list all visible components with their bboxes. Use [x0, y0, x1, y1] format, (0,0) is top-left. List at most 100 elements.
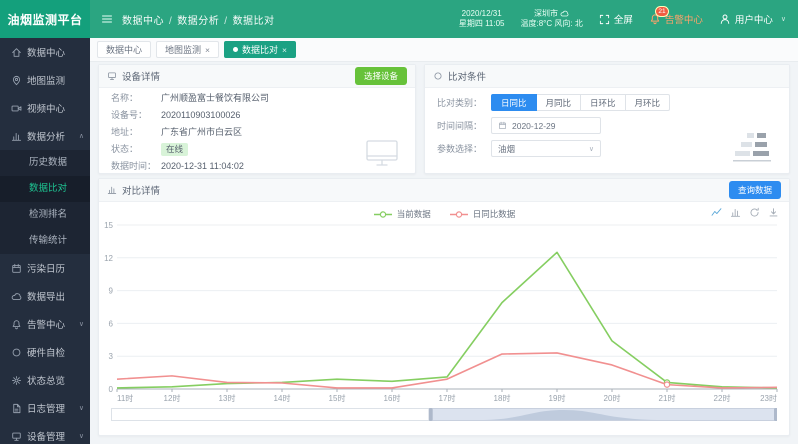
- sidebar-subitem-历史数据[interactable]: 历史数据: [0, 150, 90, 176]
- interval-label: 时间间隔：: [437, 121, 483, 131]
- close-icon[interactable]: ×: [282, 45, 287, 55]
- app-logo: 油烟监测平台: [0, 0, 90, 38]
- map-icon: [11, 75, 22, 86]
- breadcrumb-separator: /: [169, 15, 173, 27]
- device-field-value: 广东省广州市白云区: [161, 127, 243, 137]
- device-field-row: 名称： 广州顺盈富士餐饮有限公司: [111, 93, 270, 103]
- download-icon[interactable]: [768, 207, 779, 218]
- category-button-月同比[interactable]: 月同比: [535, 94, 582, 111]
- sidebar-item-视频中心[interactable]: 视频中心: [0, 94, 90, 122]
- query-data-button[interactable]: 查询数据: [728, 181, 781, 199]
- close-icon[interactable]: ×: [205, 45, 210, 55]
- bars-illustration-icon: [733, 133, 771, 162]
- category-button-日环比[interactable]: 日环比: [580, 94, 626, 111]
- category-button-月环比[interactable]: 月环比: [624, 94, 671, 111]
- svg-text:19时: 19时: [549, 393, 566, 403]
- sidebar: 数据中心 地图监测 视频中心 数据分析 ∧ 历史数据 数据比对 检测排名 传输统计 污染日历 数据导…: [0, 38, 90, 444]
- sidebar-item-数据分析[interactable]: 数据分析 ∧: [0, 122, 90, 150]
- sidebar-item-数据中心[interactable]: 数据中心: [0, 38, 90, 66]
- chart-panel-title: 对比详情: [122, 186, 161, 197]
- select-device-button[interactable]: 选择设备: [354, 67, 407, 85]
- chevron-down-icon: ∨: [78, 433, 84, 440]
- sidebar-item-设备管理[interactable]: 设备管理 ∨: [0, 422, 90, 444]
- sidebar-item-状态总览[interactable]: 状态总览: [0, 366, 90, 394]
- device-field-row: 地址： 广东省广州市白云区: [111, 127, 243, 137]
- line-chart: 0 3 6 9 12 15 11时 12时 13时 14时 15时 16时 17时 18时 19时 20时 21…: [104, 221, 778, 403]
- device-icon: [11, 431, 22, 442]
- svg-text:17时: 17时: [439, 393, 456, 403]
- device-field-value: 2020-12-31 11:04:02: [161, 161, 244, 171]
- sidebar-subitem-传输统计[interactable]: 传输统计: [0, 228, 90, 254]
- svg-text:3: 3: [109, 352, 114, 361]
- active-tab-dot: [233, 47, 238, 52]
- svg-text:21时: 21时: [659, 393, 676, 403]
- fullscreen-button[interactable]: 全屏: [599, 12, 633, 26]
- svg-text:18时: 18时: [494, 393, 511, 403]
- gear-icon: [11, 375, 22, 386]
- date-input[interactable]: 2020-12-29: [491, 117, 601, 134]
- alarm-count-badge: 21: [654, 6, 670, 17]
- sidebar-subitem-检测排名[interactable]: 检测排名: [0, 202, 90, 228]
- tab-地图监测[interactable]: 地图监测 ×: [156, 41, 219, 58]
- breadcrumb-item[interactable]: 数据分析: [177, 16, 219, 27]
- refresh-icon[interactable]: [749, 207, 760, 218]
- chevron-down-icon: ∨: [588, 145, 594, 153]
- sidebar-item-数据导出[interactable]: 数据导出: [0, 282, 90, 310]
- calendar-icon: [11, 263, 22, 274]
- weather-cloud-icon: [560, 9, 569, 18]
- category-button-日同比[interactable]: 日同比: [491, 94, 537, 111]
- condition-panel-icon: [433, 71, 443, 81]
- bell-icon: [11, 319, 22, 330]
- compare-condition-panel: 比对条件 比对类别： 日同比 月同比 日环比 月环比 时间间隔： 2020-12-29…: [424, 64, 790, 174]
- chevron-down-icon[interactable]: ∨: [781, 15, 786, 23]
- sidebar-item-告警中心[interactable]: 告警中心 ∨: [0, 310, 90, 338]
- svg-text:12时: 12时: [164, 393, 181, 403]
- datazoom-slider[interactable]: [111, 408, 778, 421]
- svg-text:9: 9: [109, 287, 114, 296]
- chevron-down-icon: ∨: [78, 321, 84, 328]
- svg-text:23时: 23时: [760, 393, 777, 403]
- top-header: 油烟监测平台 数据中心 / 数据分析 / 数据比对 2020/12/31 星期四 11:…: [0, 0, 798, 38]
- tab-数据比对[interactable]: 数据比对 ×: [224, 41, 296, 58]
- fullscreen-icon: [599, 14, 610, 25]
- sidebar-item-地图监测[interactable]: 地图监测: [0, 66, 90, 94]
- svg-text:6: 6: [109, 319, 114, 328]
- circle-icon: [11, 347, 22, 358]
- sidebar-item-硬件自检[interactable]: 硬件自检: [0, 338, 90, 366]
- svg-text:13时: 13时: [219, 393, 236, 403]
- sidebar-item-污染日历[interactable]: 污染日历: [0, 254, 90, 282]
- device-field-value: 2020110903100026: [161, 110, 241, 120]
- chart-icon: [11, 131, 22, 142]
- svg-text:15时: 15时: [329, 393, 346, 403]
- doc-icon: [11, 403, 22, 414]
- sidebar-item-日志管理[interactable]: 日志管理 ∨: [0, 394, 90, 422]
- user-center-button[interactable]: 用户中心: [719, 12, 773, 26]
- category-label: 比对类别：: [437, 98, 483, 108]
- bar-chart-icon[interactable]: [730, 207, 741, 218]
- tab-数据中心[interactable]: 数据中心: [97, 41, 152, 58]
- legend-marker-icon: [373, 210, 392, 218]
- condition-panel-title: 比对条件: [448, 72, 487, 83]
- svg-text:16时: 16时: [384, 393, 401, 403]
- svg-text:0: 0: [109, 385, 114, 394]
- param-select[interactable]: 油烟 ∨: [491, 140, 601, 157]
- alarm-center-button[interactable]: 21 告警中心: [649, 6, 703, 26]
- svg-text:20时: 20时: [604, 393, 621, 403]
- hamburger-menu-icon[interactable]: [101, 13, 113, 25]
- sidebar-subitem-数据比对[interactable]: 数据比对: [0, 176, 90, 202]
- app-window: 油烟监测平台 数据中心 / 数据分析 / 数据比对 2020/12/31 星期四 11:…: [0, 0, 798, 444]
- breadcrumb: 数据中心 / 数据分析 / 数据比对: [122, 12, 275, 27]
- breadcrumb-item[interactable]: 数据比对: [233, 16, 275, 27]
- device-field-value: 广州顺盈富士餐饮有限公司: [161, 93, 270, 103]
- device-field-row: 设备号： 2020110903100026: [111, 110, 241, 120]
- svg-text:15: 15: [104, 221, 113, 230]
- monitor-illustration-icon: [366, 140, 398, 166]
- breadcrumb-item[interactable]: 数据中心: [122, 16, 164, 27]
- device-panel-icon: [107, 71, 117, 81]
- tab-bar: 数据中心 地图监测 × 数据比对 ×: [90, 38, 798, 62]
- param-label: 参数选择：: [437, 144, 483, 154]
- line-chart-icon[interactable]: [711, 207, 722, 218]
- breadcrumb-separator: /: [224, 15, 228, 27]
- device-panel-title: 设备详情: [122, 72, 161, 83]
- legend-marker-icon: [449, 210, 468, 218]
